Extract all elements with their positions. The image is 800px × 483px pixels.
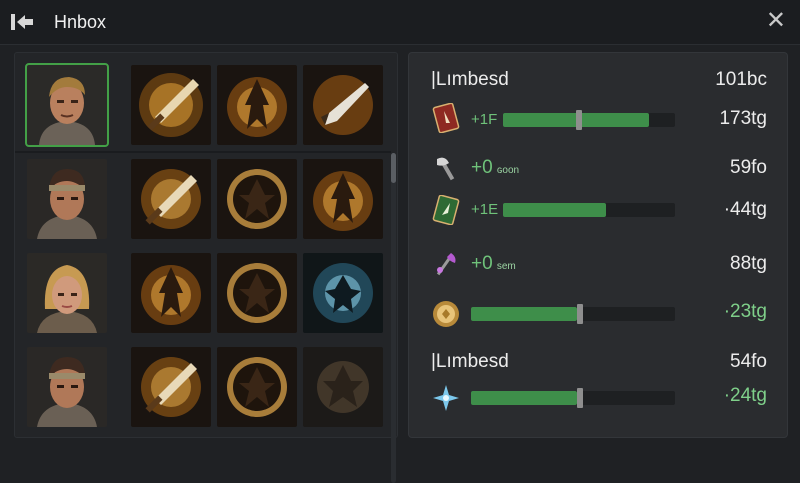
section-title-1: |Lımbesd	[431, 69, 509, 90]
stat-bar-5-knob[interactable]	[577, 304, 583, 324]
stat-label-2-suffix: ɢoon	[496, 165, 520, 176]
stat-label-3: +1E	[471, 201, 499, 218]
gold-coin-icon	[431, 299, 461, 329]
axe-icon	[431, 153, 461, 183]
stats-panel: |Lımbesd 101bc +1F 173tg +0 ɢoon 59fo +1…	[408, 52, 788, 438]
back-button[interactable]	[10, 12, 34, 32]
flaming-spearhead-icon[interactable]	[303, 159, 383, 239]
stat-label-4: +0 sem	[471, 253, 516, 275]
stat-label-2: +0 ɢoon	[471, 157, 519, 179]
portrait-warrior-headband-icon[interactable]	[27, 347, 107, 427]
stat-value-5: ·23tg	[723, 301, 767, 322]
flaming-sword-icon[interactable]	[131, 65, 211, 145]
stat-label-4-suffix: sem	[496, 261, 516, 272]
flaming-sword-icon[interactable]	[131, 347, 211, 427]
green-card-icon	[431, 194, 461, 226]
close-icon[interactable]: ✕	[766, 8, 786, 32]
scrollbar-thumb[interactable]	[391, 153, 396, 183]
portrait-warrior-blonde-icon[interactable]	[25, 63, 109, 147]
frost-sigil-icon[interactable]	[303, 253, 383, 333]
red-card-icon	[431, 102, 461, 134]
stat-label-2-value: +0	[471, 157, 493, 178]
stat-value-4: 88tg	[730, 253, 767, 274]
section-value-1: 101bc	[715, 69, 767, 90]
stat-bar-1-knob[interactable]	[576, 110, 582, 130]
portrait-heroine-icon[interactable]	[27, 253, 107, 333]
fire-emblem-icon[interactable]	[217, 159, 297, 239]
stat-bar-1	[503, 110, 675, 130]
stat-bar-6	[471, 388, 675, 408]
flaming-blade-icon[interactable]	[303, 65, 383, 145]
stat-value-3: ·44tg	[723, 199, 767, 220]
stat-value-6: ·24tg	[723, 385, 767, 406]
grid-divider	[15, 151, 391, 153]
section-title-2: |Lımbesd	[431, 351, 509, 372]
stat-label-1: +1F	[471, 111, 498, 128]
purple-axe-icon	[431, 249, 461, 279]
title-bar: Hnbox ✕	[0, 0, 800, 45]
section-value-2: 54fo	[730, 351, 767, 372]
stat-label-4-value: +0	[471, 253, 493, 274]
fire-emblem-icon[interactable]	[217, 253, 297, 333]
stat-bar-5	[471, 304, 675, 324]
shadow-sigil-icon[interactable]	[303, 347, 383, 427]
stat-bar-3	[503, 203, 675, 217]
stat-bar-6-fill	[471, 391, 577, 405]
flaming-spearhead-icon[interactable]	[217, 65, 297, 145]
stat-value-1: 173tg	[719, 108, 767, 129]
item-grid-panel	[14, 52, 398, 483]
blue-star-icon	[431, 383, 461, 413]
flaming-sword-icon[interactable]	[131, 159, 211, 239]
grid-scrollbar[interactable]	[391, 153, 396, 483]
back-arrow-icon	[11, 14, 33, 30]
stat-bar-5-fill	[471, 307, 577, 321]
window-title: Hnbox	[54, 12, 107, 32]
portrait-warrior-headband-icon[interactable]	[27, 159, 107, 239]
stat-bar-6-knob[interactable]	[577, 388, 583, 408]
stat-value-2: 59fo	[730, 157, 767, 178]
fire-emblem-icon[interactable]	[217, 347, 297, 427]
flaming-spearhead-icon[interactable]	[131, 253, 211, 333]
stat-bar-3-fill	[503, 203, 606, 217]
